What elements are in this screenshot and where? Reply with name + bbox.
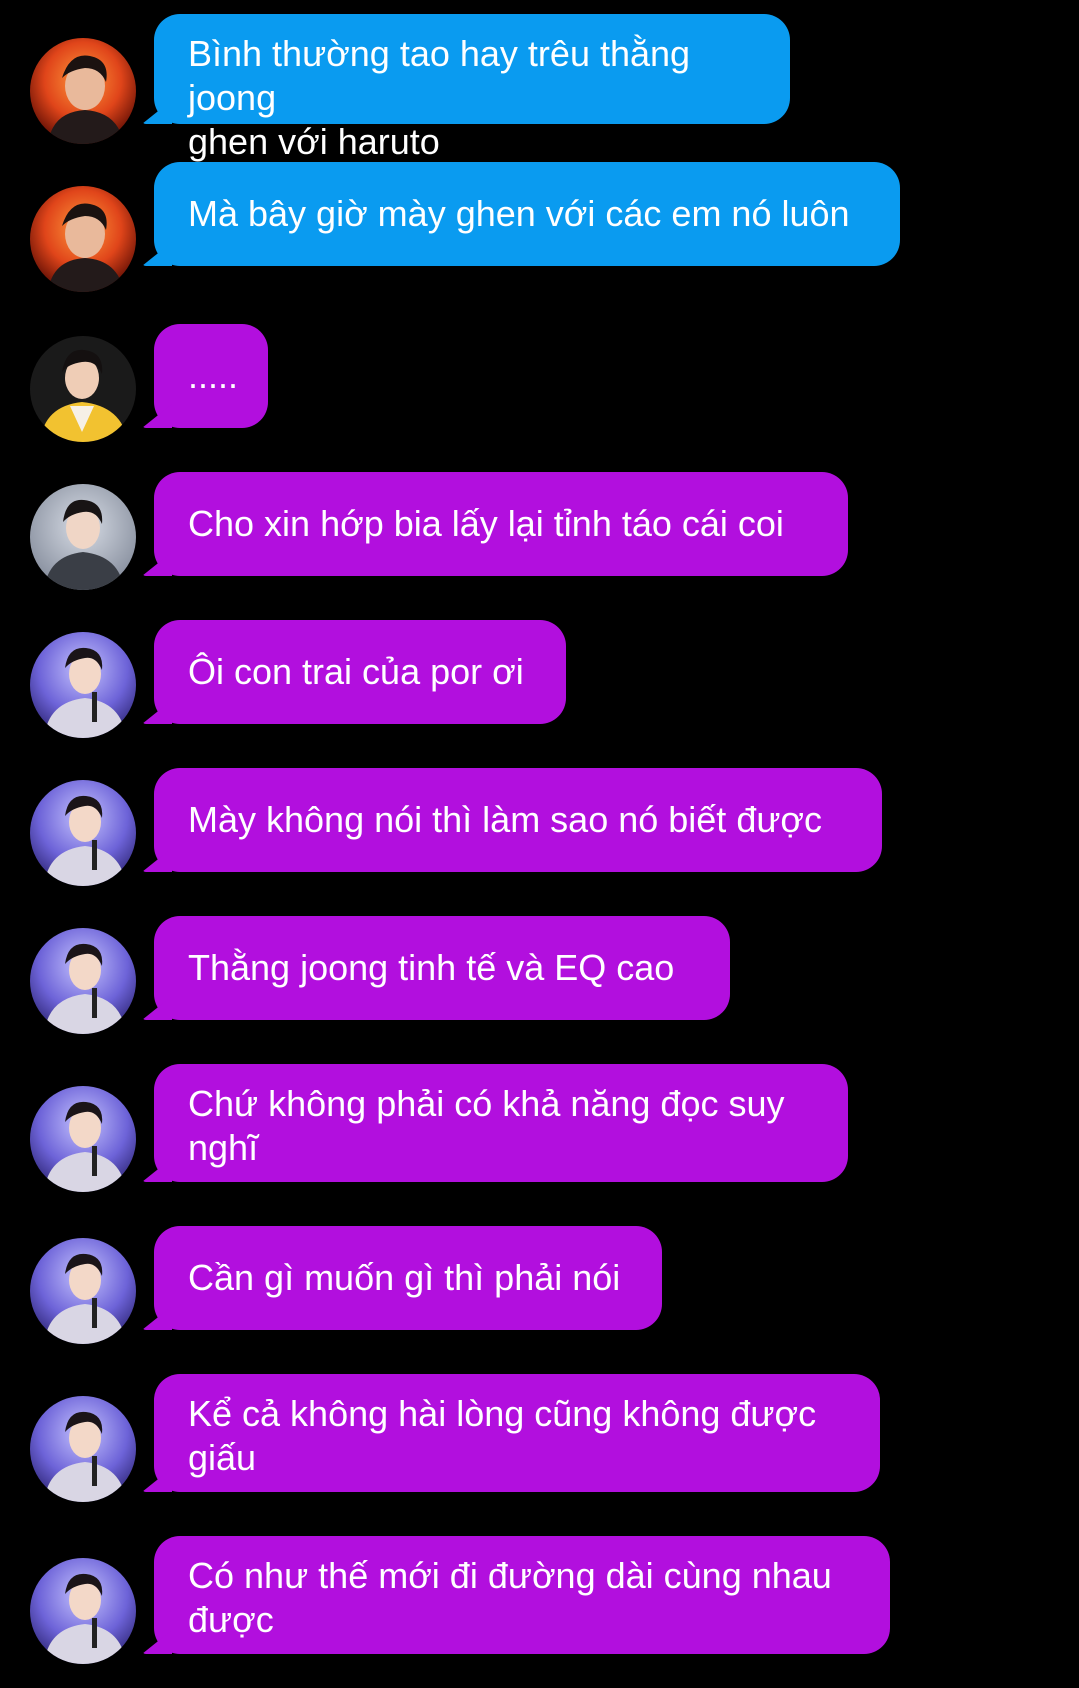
stage-avatar-icon[interactable] — [30, 1558, 136, 1664]
gray-avatar-icon[interactable] — [30, 484, 136, 590]
message-bubble[interactable]: Chứ không phải có khả năng đọc suy nghĩ — [154, 1064, 848, 1182]
message-bubble[interactable]: Kể cả không hài lòng cũng không được giấ… — [154, 1374, 880, 1492]
message-bubble[interactable]: Thằng joong tinh tế và EQ cao — [154, 916, 730, 1020]
yellow-jacket-avatar-icon[interactable] — [30, 336, 136, 442]
message-bubble[interactable]: Mày không nói thì làm sao nó biết được — [154, 768, 882, 872]
stage-avatar-icon[interactable] — [30, 1238, 136, 1344]
stage-avatar-icon[interactable] — [30, 1396, 136, 1502]
stage-avatar-icon[interactable] — [30, 1086, 136, 1192]
message-bubble[interactable]: Bình thường tao hay trêu thằng joong ghe… — [154, 14, 790, 162]
red-avatar-icon[interactable] — [30, 186, 136, 292]
red-avatar-icon[interactable] — [30, 38, 136, 144]
stage-avatar-icon[interactable] — [30, 632, 136, 738]
message-bubble[interactable]: Có như thế mới đi đường dài cùng nhau đư… — [154, 1536, 890, 1654]
message-bubble[interactable]: Cho xin hớp bia lấy lại tỉnh táo cái coi — [154, 472, 848, 576]
message-bubble[interactable]: Ôi con trai của por ơi — [154, 620, 566, 724]
stage-avatar-icon[interactable] — [30, 928, 136, 1034]
message-bubble[interactable]: ..... — [154, 324, 268, 428]
message-bubble[interactable]: Mà bây giờ mày ghen với các em nó luôn — [154, 162, 900, 266]
stage-avatar-icon[interactable] — [30, 780, 136, 886]
message-bubble[interactable]: Cần gì muốn gì thì phải nói — [154, 1226, 662, 1330]
